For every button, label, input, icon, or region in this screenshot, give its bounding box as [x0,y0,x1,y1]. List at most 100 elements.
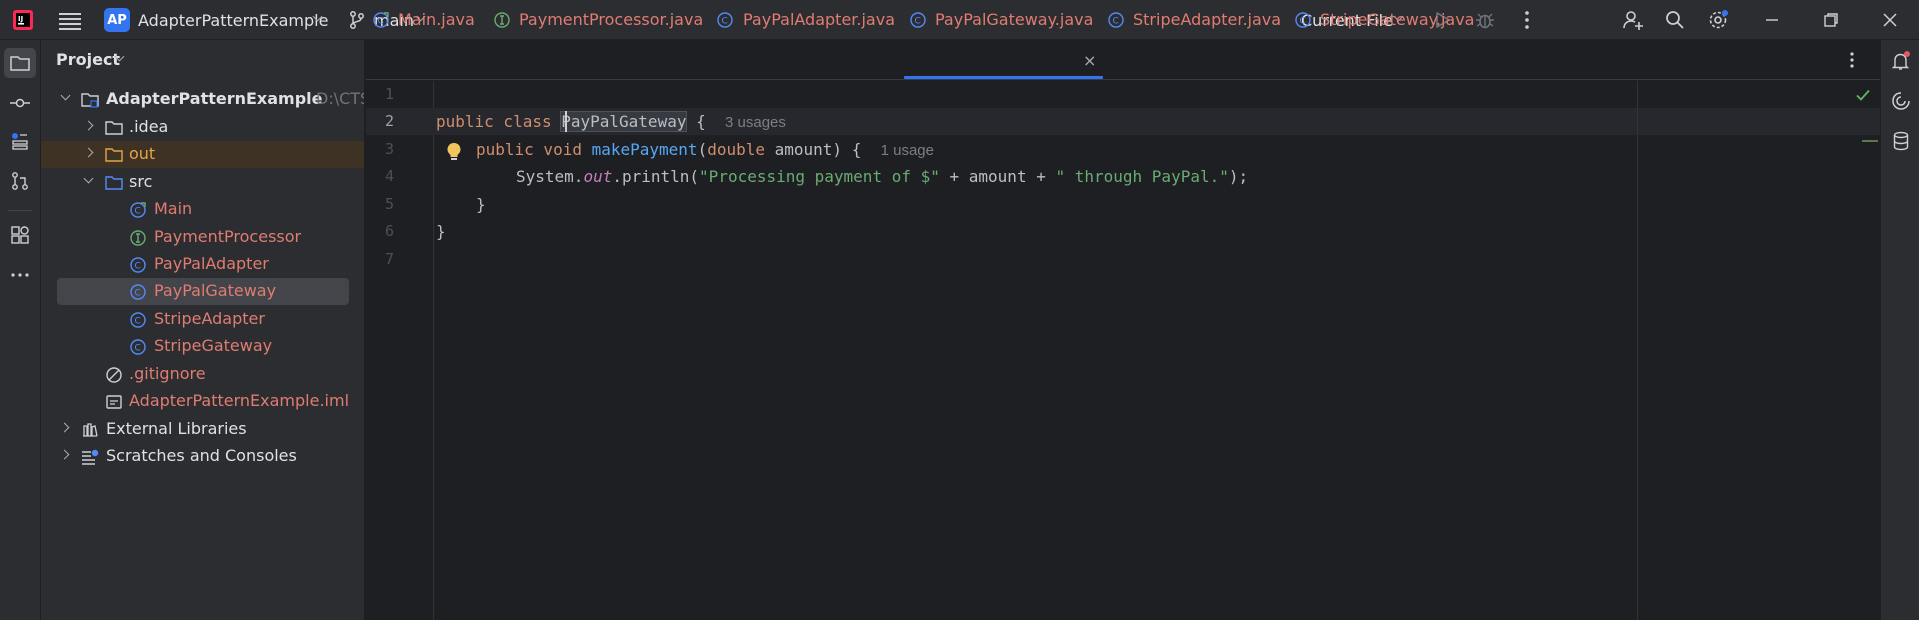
text-caret [565,111,567,132]
more-tools-icon[interactable] [9,264,31,286]
code-token-class-name: PayPalGateway [560,111,688,132]
debug-icon[interactable] [1474,9,1496,31]
code-token-method: makePayment [591,140,698,159]
expand-arrow-icon[interactable] [83,120,94,131]
no-problems-check-icon[interactable] [1855,87,1871,103]
tree-item-main[interactable]: C Main [41,196,364,223]
tab-label: StripeGateway.java [1320,10,1475,29]
tree-item-label: out [129,144,156,163]
tree-item-stripegateway[interactable]: C StripeGateway [41,333,364,360]
ai-assistant-icon[interactable] [1890,90,1912,112]
more-vertical-icon[interactable] [1516,9,1538,31]
code-line-3[interactable]: public void makePayment(double amount) {… [476,140,934,159]
code-line-2[interactable]: public class PayPalGateway { 3 usages [436,111,786,132]
code-token: .println( [612,167,700,186]
tree-item-label: Scratches and Consoles [106,446,297,465]
expand-arrow-icon[interactable] [83,147,94,158]
close-icon[interactable] [1879,9,1901,31]
project-root-name: AdapterPatternExample [106,89,323,108]
tree-item-paypalgateway[interactable]: C PayPalGateway [57,278,349,305]
code-token: public void [476,140,592,159]
usages-hint[interactable]: 1 usage [881,142,934,159]
svg-text:C: C [135,262,141,272]
line-number: 3 [384,140,394,158]
line-number: 1 [384,85,394,103]
tree-item-gitignore[interactable]: .gitignore [41,361,364,388]
editor-gutter [366,81,434,620]
settings-gear-icon[interactable] [1707,9,1729,31]
tree-item-external-libraries[interactable]: External Libraries [41,416,364,443]
search-icon[interactable] [1664,9,1686,31]
notifications-bell-icon[interactable] [1890,50,1912,72]
right-tool-window-strip [1880,40,1919,620]
code-token-string: "Processing payment of $" [699,167,940,186]
tab-label: PaymentProcessor.java [519,10,704,29]
expand-arrow-icon[interactable] [83,173,94,184]
tab-label: PayPalAdapter.java [743,10,895,29]
tree-item-src[interactable]: src [41,169,364,196]
tree-item-label: StripeGateway [154,336,273,355]
expand-arrow-icon[interactable] [59,422,70,433]
tree-item-paymentprocessor[interactable]: PaymentProcessor [41,224,364,251]
folder-icon [105,121,123,135]
project-badge[interactable]: AP [104,8,130,32]
expand-arrow-icon[interactable] [59,449,70,460]
code-token: ); [1228,167,1249,186]
svg-text:C: C [135,317,141,327]
restore-icon[interactable] [1820,9,1842,31]
tabs-more-icon[interactable] [1849,50,1855,70]
line-number: 2 [384,112,394,130]
svg-text:IJ: IJ [18,15,23,23]
interface-icon [494,12,510,28]
class-main-icon: C [373,12,389,28]
tree-item-paypaladapter[interactable]: C PayPalAdapter [41,251,364,278]
code-token-field: out [583,167,613,186]
svg-text:C: C [1300,17,1306,27]
svg-text:C: C [135,344,141,354]
main-menu-icon[interactable] [58,10,82,30]
pull-requests-icon[interactable] [9,170,31,192]
tree-item-project-root[interactable]: AdapterPatternExample D:\CTS [41,86,364,113]
commit-icon[interactable] [9,92,31,114]
tab-label: Main.java [398,10,475,29]
svg-text:C: C [378,17,384,27]
tab-label: StripeAdapter.java [1133,10,1282,29]
add-user-icon[interactable] [1622,9,1644,31]
svg-text:C: C [722,17,728,27]
structure-icon[interactable] [9,130,31,152]
code-line-6[interactable]: } [436,222,446,241]
project-folder-icon[interactable] [9,52,31,74]
intellij-logo-icon[interactable]: IJ [11,8,35,32]
code-line-4[interactable]: System.out.println("Processing payment o… [516,167,1248,186]
class-icon: C [130,284,146,300]
tree-item-label: Main [154,199,193,218]
code-line-5[interactable]: } [476,195,486,214]
tree-item-scratches[interactable]: Scratches and Consoles [41,443,364,470]
tree-item-stripeadapter[interactable]: C StripeAdapter [41,306,364,333]
usages-hint[interactable]: 3 usages [725,114,786,131]
code-editor[interactable] [434,81,1880,620]
svg-text:C: C [135,207,141,217]
code-token: { [686,112,706,131]
code-token: System. [516,167,584,186]
minimize-icon[interactable] [1761,9,1783,31]
tree-item-label: External Libraries [106,419,247,438]
expand-arrow-icon[interactable] [60,90,71,101]
plugins-icon[interactable] [9,224,31,246]
project-panel-title[interactable]: Project [56,50,120,69]
tree-item-label: PaymentProcessor [154,227,302,246]
database-icon[interactable] [1890,130,1912,152]
git-branch-icon[interactable] [348,10,366,30]
line-number: 5 [384,195,394,213]
tree-item-idea[interactable]: .idea [41,114,364,141]
tree-item-label: src [129,172,153,191]
ignore-file-icon [106,367,122,383]
tab-close-icon[interactable]: × [1083,51,1096,70]
tab-label: PayPalGateway.java [935,10,1094,29]
tree-item-iml[interactable]: AdapterPatternExample.iml [41,388,364,415]
project-switcher[interactable]: AdapterPatternExample [138,11,328,30]
tree-item-out[interactable]: out [41,141,364,168]
tree-item-label: .gitignore [129,364,206,383]
lightbulb-intention-icon[interactable] [445,141,463,163]
active-tab-indicator [904,76,1103,79]
